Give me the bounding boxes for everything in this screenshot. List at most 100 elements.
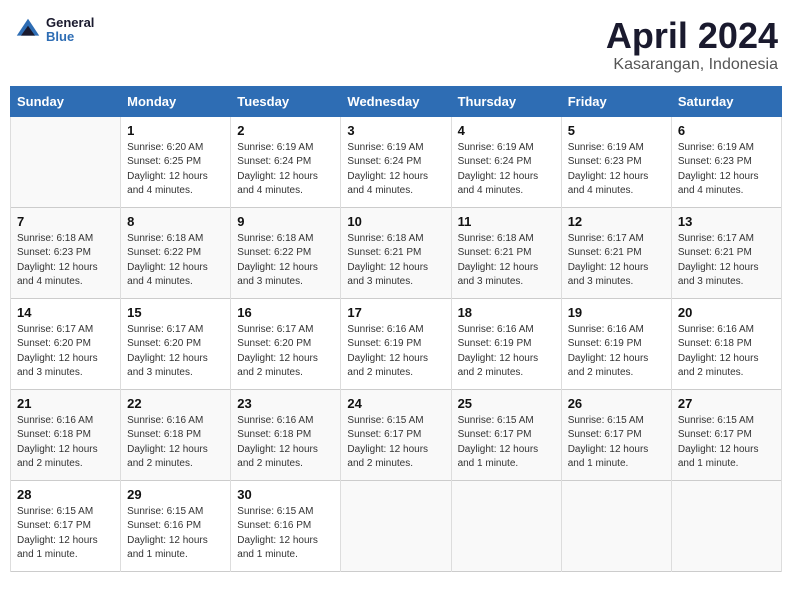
col-header-friday: Friday bbox=[561, 86, 671, 116]
day-number: 14 bbox=[17, 305, 114, 320]
day-info: Sunrise: 6:16 AMSunset: 6:18 PMDaylight:… bbox=[17, 414, 114, 472]
col-header-wednesday: Wednesday bbox=[341, 86, 451, 116]
day-info: Sunrise: 6:15 AMSunset: 6:16 PMDaylight:… bbox=[237, 505, 334, 563]
day-number: 2 bbox=[237, 123, 334, 138]
day-info: Sunrise: 6:15 AMSunset: 6:17 PMDaylight:… bbox=[347, 414, 444, 472]
day-info: Sunrise: 6:16 AMSunset: 6:18 PMDaylight:… bbox=[237, 414, 334, 472]
day-number: 19 bbox=[568, 305, 665, 320]
calendar-cell bbox=[561, 480, 671, 571]
day-info: Sunrise: 6:18 AMSunset: 6:21 PMDaylight:… bbox=[347, 232, 444, 290]
day-info: Sunrise: 6:17 AMSunset: 6:21 PMDaylight:… bbox=[678, 232, 775, 290]
month-title: April 2024 bbox=[606, 16, 778, 56]
calendar-cell: 3 Sunrise: 6:19 AMSunset: 6:24 PMDaylight… bbox=[341, 116, 451, 207]
day-number: 15 bbox=[127, 305, 224, 320]
calendar-cell: 23 Sunrise: 6:16 AMSunset: 6:18 PMDayligh… bbox=[231, 389, 341, 480]
day-number: 1 bbox=[127, 123, 224, 138]
day-number: 28 bbox=[17, 487, 114, 502]
day-info: Sunrise: 6:16 AMSunset: 6:19 PMDaylight:… bbox=[347, 323, 444, 381]
day-number: 24 bbox=[347, 396, 444, 411]
location-subtitle: Kasarangan, Indonesia bbox=[606, 56, 778, 74]
logo-blue: Blue bbox=[46, 30, 94, 44]
calendar-cell: 18 Sunrise: 6:16 AMSunset: 6:19 PMDayligh… bbox=[451, 298, 561, 389]
day-info: Sunrise: 6:18 AMSunset: 6:22 PMDaylight:… bbox=[127, 232, 224, 290]
calendar-cell bbox=[341, 480, 451, 571]
col-header-thursday: Thursday bbox=[451, 86, 561, 116]
calendar-cell: 7 Sunrise: 6:18 AMSunset: 6:23 PMDaylight… bbox=[11, 207, 121, 298]
day-info: Sunrise: 6:17 AMSunset: 6:21 PMDaylight:… bbox=[568, 232, 665, 290]
calendar-cell: 12 Sunrise: 6:17 AMSunset: 6:21 PMDayligh… bbox=[561, 207, 671, 298]
calendar-cell: 26Sunrise: 6:15 AMSunset: 6:17 PMDayligh… bbox=[561, 389, 671, 480]
calendar-cell: 9 Sunrise: 6:18 AMSunset: 6:22 PMDaylight… bbox=[231, 207, 341, 298]
day-info: Sunrise: 6:18 AMSunset: 6:21 PMDaylight:… bbox=[458, 232, 555, 290]
day-number: 29 bbox=[127, 487, 224, 502]
day-info: Sunrise: 6:19 AMSunset: 6:24 PMDaylight:… bbox=[237, 141, 334, 199]
day-info: Sunrise: 6:16 AMSunset: 6:19 PMDaylight:… bbox=[458, 323, 555, 381]
day-info: Sunrise: 6:17 AMSunset: 6:20 PMDaylight:… bbox=[127, 323, 224, 381]
calendar-cell: 8 Sunrise: 6:18 AMSunset: 6:22 PMDaylight… bbox=[121, 207, 231, 298]
day-number: 23 bbox=[237, 396, 334, 411]
day-info: Sunrise: 6:16 AMSunset: 6:18 PMDaylight:… bbox=[127, 414, 224, 472]
day-info: Sunrise: 6:16 AMSunset: 6:19 PMDaylight:… bbox=[568, 323, 665, 381]
day-number: 21 bbox=[17, 396, 114, 411]
calendar-header-row: SundayMondayTuesdayWednesdayThursdayFrid… bbox=[11, 86, 782, 116]
day-number: 4 bbox=[458, 123, 555, 138]
day-number: 10 bbox=[347, 214, 444, 229]
day-number: 27 bbox=[678, 396, 775, 411]
calendar-week-row: 14 Sunrise: 6:17 AMSunset: 6:20 PMDayligh… bbox=[11, 298, 782, 389]
calendar-cell: 4 Sunrise: 6:19 AMSunset: 6:24 PMDaylight… bbox=[451, 116, 561, 207]
calendar-cell: 19 Sunrise: 6:16 AMSunset: 6:19 PMDayligh… bbox=[561, 298, 671, 389]
day-number: 9 bbox=[237, 214, 334, 229]
day-info: Sunrise: 6:16 AMSunset: 6:18 PMDaylight:… bbox=[678, 323, 775, 381]
day-number: 8 bbox=[127, 214, 224, 229]
calendar-cell: 29Sunrise: 6:15 AMSunset: 6:16 PMDayligh… bbox=[121, 480, 231, 571]
day-number: 17 bbox=[347, 305, 444, 320]
calendar-cell bbox=[451, 480, 561, 571]
calendar-week-row: 21 Sunrise: 6:16 AMSunset: 6:18 PMDayligh… bbox=[11, 389, 782, 480]
calendar-cell: 20 Sunrise: 6:16 AMSunset: 6:18 PMDayligh… bbox=[671, 298, 781, 389]
calendar-cell bbox=[671, 480, 781, 571]
day-info: Sunrise: 6:15 AMSunset: 6:17 PMDaylight:… bbox=[458, 414, 555, 472]
day-info: Sunrise: 6:19 AMSunset: 6:23 PMDaylight:… bbox=[568, 141, 665, 199]
calendar-week-row: 28Sunrise: 6:15 AMSunset: 6:17 PMDayligh… bbox=[11, 480, 782, 571]
day-number: 18 bbox=[458, 305, 555, 320]
logo-general: General bbox=[46, 16, 94, 30]
day-info: Sunrise: 6:18 AMSunset: 6:22 PMDaylight:… bbox=[237, 232, 334, 290]
calendar-cell: 22 Sunrise: 6:16 AMSunset: 6:18 PMDayligh… bbox=[121, 389, 231, 480]
day-number: 13 bbox=[678, 214, 775, 229]
day-info: Sunrise: 6:15 AMSunset: 6:17 PMDaylight:… bbox=[678, 414, 775, 472]
calendar-table: SundayMondayTuesdayWednesdayThursdayFrid… bbox=[10, 86, 782, 572]
day-number: 5 bbox=[568, 123, 665, 138]
calendar-cell: 30 Sunrise: 6:15 AMSunset: 6:16 PMDayligh… bbox=[231, 480, 341, 571]
day-number: 3 bbox=[347, 123, 444, 138]
day-number: 7 bbox=[17, 214, 114, 229]
calendar-cell: 11 Sunrise: 6:18 AMSunset: 6:21 PMDayligh… bbox=[451, 207, 561, 298]
calendar-cell: 2 Sunrise: 6:19 AMSunset: 6:24 PMDaylight… bbox=[231, 116, 341, 207]
page-header: General Blue April 2024 Kasarangan, Indo… bbox=[10, 10, 782, 80]
logo: General Blue bbox=[14, 16, 94, 45]
day-number: 20 bbox=[678, 305, 775, 320]
day-info: Sunrise: 6:17 AMSunset: 6:20 PMDaylight:… bbox=[17, 323, 114, 381]
day-info: Sunrise: 6:18 AMSunset: 6:23 PMDaylight:… bbox=[17, 232, 114, 290]
calendar-cell: 15 Sunrise: 6:17 AMSunset: 6:20 PMDayligh… bbox=[121, 298, 231, 389]
calendar-cell: 16Sunrise: 6:17 AMSunset: 6:20 PMDayligh… bbox=[231, 298, 341, 389]
day-info: Sunrise: 6:15 AMSunset: 6:17 PMDaylight:… bbox=[568, 414, 665, 472]
day-number: 22 bbox=[127, 396, 224, 411]
day-info: Sunrise: 6:17 AMSunset: 6:20 PMDaylight:… bbox=[237, 323, 334, 381]
calendar-week-row: 1Sunrise: 6:20 AMSunset: 6:25 PMDaylight… bbox=[11, 116, 782, 207]
calendar-cell: 17 Sunrise: 6:16 AMSunset: 6:19 PMDayligh… bbox=[341, 298, 451, 389]
day-number: 25 bbox=[458, 396, 555, 411]
day-number: 6 bbox=[678, 123, 775, 138]
calendar-cell: 13 Sunrise: 6:17 AMSunset: 6:21 PMDayligh… bbox=[671, 207, 781, 298]
col-header-monday: Monday bbox=[121, 86, 231, 116]
day-number: 30 bbox=[237, 487, 334, 502]
day-number: 11 bbox=[458, 214, 555, 229]
title-area: April 2024 Kasarangan, Indonesia bbox=[606, 16, 778, 74]
calendar-cell: 27 Sunrise: 6:15 AMSunset: 6:17 PMDayligh… bbox=[671, 389, 781, 480]
day-info: Sunrise: 6:19 AMSunset: 6:24 PMDaylight:… bbox=[347, 141, 444, 199]
calendar-cell bbox=[11, 116, 121, 207]
day-number: 12 bbox=[568, 214, 665, 229]
logo-icon bbox=[14, 16, 42, 44]
day-info: Sunrise: 6:19 AMSunset: 6:24 PMDaylight:… bbox=[458, 141, 555, 199]
calendar-cell: 10 Sunrise: 6:18 AMSunset: 6:21 PMDayligh… bbox=[341, 207, 451, 298]
calendar-cell: 25 Sunrise: 6:15 AMSunset: 6:17 PMDayligh… bbox=[451, 389, 561, 480]
